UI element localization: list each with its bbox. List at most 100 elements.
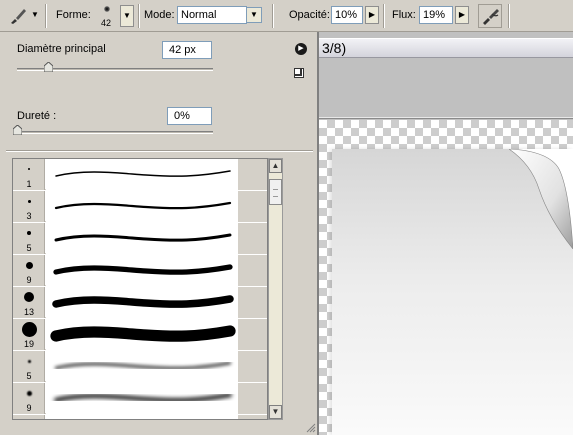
brush-picker-dropdown-button[interactable]: ▼ — [120, 5, 134, 27]
row-spacer — [238, 383, 267, 414]
document-ruler-edge — [319, 117, 573, 119]
stroke-preview — [46, 319, 238, 350]
stroke-path — [52, 295, 234, 308]
stroke-preview — [46, 255, 238, 286]
row-spacer — [238, 223, 267, 254]
panel-divider — [6, 150, 313, 152]
row-spacer — [238, 159, 267, 190]
panel-menu-arrow-icon[interactable]: ▶ — [295, 43, 307, 55]
brush-tip-cell: 13 — [13, 287, 45, 318]
brush-preset-row[interactable]: 9 — [13, 255, 267, 286]
paper-sheet-image — [332, 149, 573, 435]
stroke-preview — [46, 159, 238, 190]
brush-preset-row[interactable]: 1 — [13, 159, 267, 190]
brush-tip-icon — [21, 321, 37, 337]
brush-tip-icon — [25, 261, 33, 269]
brush-size-number: 13 — [23, 307, 34, 317]
stroke-path — [54, 393, 232, 403]
brush-tip-cell: 5 — [13, 223, 45, 254]
separator — [272, 4, 274, 28]
stroke-path — [54, 201, 232, 210]
brush-tip-icon — [24, 292, 34, 302]
stroke-preview — [46, 191, 238, 222]
document-title-bar[interactable]: 3/8) — [319, 38, 573, 58]
mode-label: Mode: — [144, 9, 175, 21]
tool-preset-chevron-down-icon[interactable]: ▼ — [31, 10, 39, 19]
diameter-slider-thumb[interactable] — [44, 62, 54, 72]
brush-size-number: 5 — [26, 243, 32, 253]
diameter-field[interactable]: 42 px — [162, 41, 212, 59]
brush-tip-icon — [27, 199, 31, 203]
brush-preset-row[interactable]: 5 — [13, 351, 267, 382]
brush-tip-cell: 9 — [13, 383, 45, 414]
brush-size-number: 19 — [23, 339, 34, 349]
diameter-label: Diamètre principal — [17, 43, 106, 55]
scroll-up-arrow-icon[interactable]: ▲ — [269, 159, 282, 173]
opacite-slider-button[interactable]: ▶ — [365, 6, 379, 24]
scroll-thumb[interactable] — [269, 179, 282, 205]
mode-select[interactable]: Normal — [177, 6, 247, 24]
brush-tip-dot-icon — [104, 6, 110, 12]
row-spacer — [238, 351, 267, 382]
brush-preset-row[interactable]: 13 — [13, 287, 267, 318]
tool-options-bar: ▼ Forme: 42 ▼ Mode: Normal ▼ Opacité: 10… — [0, 0, 573, 32]
row-spacer — [238, 191, 267, 222]
stroke-preview — [46, 287, 238, 318]
separator — [508, 4, 510, 28]
row-spacer — [238, 287, 267, 318]
brush-tip-icon — [26, 390, 32, 396]
brush-picker-panel: Diamètre principal 42 px ▶ Dureté : 0% 1… — [0, 32, 319, 435]
hardness-label: Dureté : — [17, 110, 57, 122]
flux-slider-button[interactable]: ▶ — [455, 6, 469, 24]
brush-size-number: 9 — [26, 403, 32, 413]
brush-tip-cell: 1 — [13, 159, 45, 190]
separator — [138, 4, 140, 28]
brush-shape-preview[interactable]: 42 — [97, 4, 117, 30]
opacite-field[interactable]: 10% — [331, 6, 363, 24]
new-preset-icon[interactable] — [294, 68, 304, 78]
brush-tip-cell: 19 — [13, 319, 45, 350]
stroke-path — [54, 233, 232, 242]
flux-label: Flux: — [392, 9, 416, 21]
stroke-preview — [46, 223, 238, 254]
scroll-down-arrow-icon[interactable]: ▼ — [269, 405, 282, 419]
brush-tip-icon — [27, 359, 31, 363]
brush-size-label: 42 — [101, 18, 112, 28]
preset-list-scrollbar[interactable]: ▲ ▼ — [268, 158, 283, 420]
brush-preset-row[interactable]: 3 — [13, 191, 267, 222]
forme-label: Forme: — [56, 9, 91, 21]
opacite-label: Opacité: — [289, 9, 330, 21]
brush-tip-cell: 5 — [13, 351, 45, 382]
brush-preset-row[interactable]: 19 — [13, 319, 267, 350]
document-gray-area — [319, 59, 573, 117]
airbrush-icon[interactable] — [478, 4, 502, 28]
stroke-preview — [46, 383, 238, 414]
hardness-slider-track[interactable] — [17, 131, 213, 134]
hardness-field[interactable]: 0% — [167, 107, 212, 125]
separator — [45, 4, 47, 28]
brush-preset-row[interactable]: 9 — [13, 383, 267, 414]
brush-preset-row[interactable] — [13, 415, 267, 419]
brush-preset-list[interactable]: 1 3 5 9 13 19 5 9 — [12, 158, 268, 420]
transparent-canvas[interactable] — [319, 120, 573, 435]
brush-tip-icon — [27, 231, 31, 235]
brush-preset-row[interactable]: 5 — [13, 223, 267, 254]
flux-field[interactable]: 19% — [419, 6, 453, 24]
hardness-slider-thumb[interactable] — [13, 125, 22, 135]
resize-grip-icon[interactable] — [304, 421, 316, 433]
brush-tool-icon[interactable] — [8, 6, 28, 26]
separator — [383, 4, 385, 28]
page-curl-icon — [509, 149, 573, 249]
row-spacer — [238, 319, 267, 350]
brush-size-number: 9 — [26, 275, 32, 285]
mode-chevron-down-icon[interactable]: ▼ — [246, 7, 262, 23]
stroke-preview — [46, 351, 238, 382]
brush-size-number: 3 — [26, 211, 32, 221]
document-title: 3/8) — [322, 40, 347, 56]
stroke-preview — [46, 415, 238, 419]
stroke-path — [50, 325, 236, 342]
document-window: 3/8) — [319, 32, 573, 435]
brush-size-number: 5 — [26, 371, 32, 381]
brush-size-number: 1 — [26, 179, 32, 189]
row-spacer — [238, 415, 267, 419]
